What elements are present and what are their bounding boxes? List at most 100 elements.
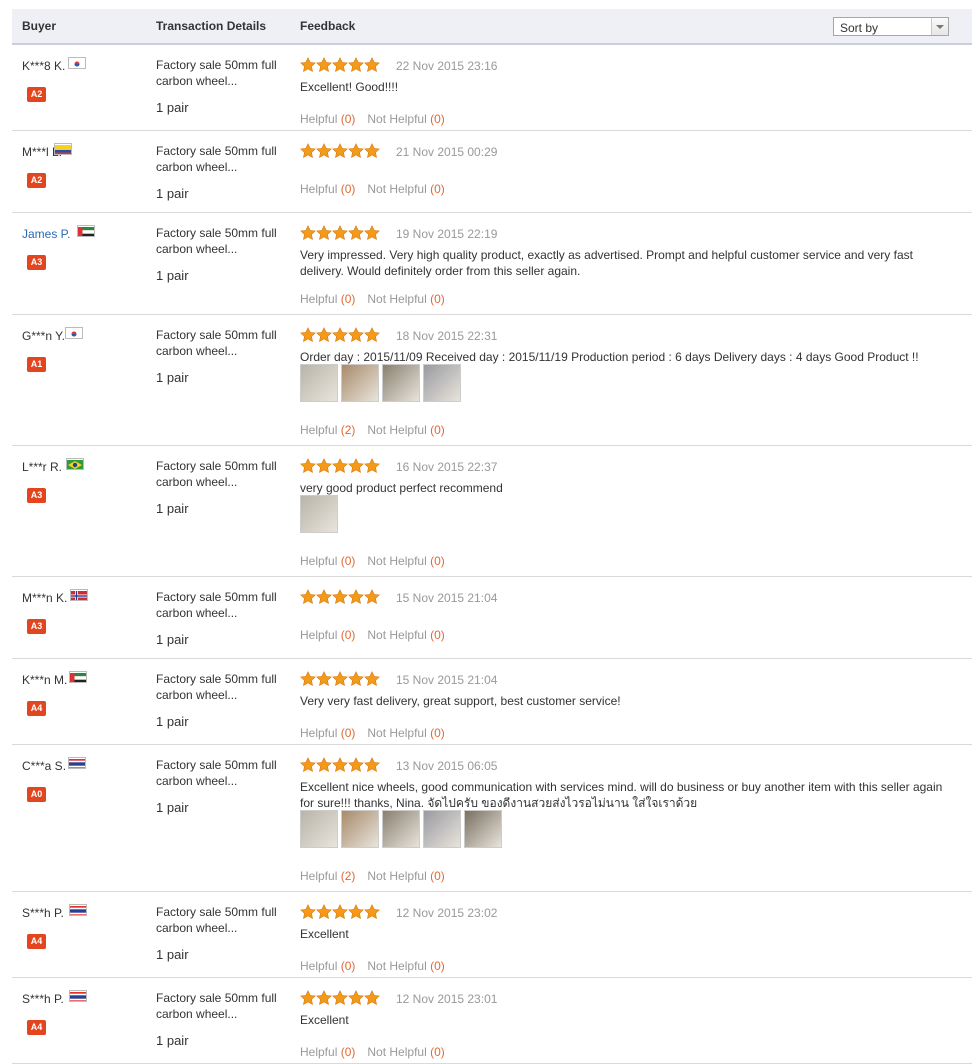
buyer-name[interactable]: James P. [22,227,70,241]
star-rating [300,757,382,774]
product-link[interactable]: Factory sale 50mm full carbon wheel... [156,671,291,703]
helpful-button[interactable]: Helpful (0) [300,628,355,642]
not-helpful-button[interactable]: Not Helpful (0) [367,869,444,883]
review-photo-thumbnail[interactable] [341,810,379,848]
helpful-button[interactable]: Helpful (0) [300,726,355,740]
not-helpful-button[interactable]: Not Helpful (0) [367,112,444,126]
review-photo-thumbnail[interactable] [464,810,502,848]
star-icon [364,589,380,605]
helpful-label: Helpful [300,423,338,437]
helpful-button[interactable]: Helpful (2) [300,869,355,883]
buyer-level-badge: A3 [27,619,46,634]
star-icon [364,458,380,474]
star-icon [316,589,332,605]
review-photo-thumbnail[interactable] [423,810,461,848]
country-flag-icon [66,458,84,470]
review-text: Excellent [300,927,349,941]
not-helpful-button[interactable]: Not Helpful (0) [367,182,444,196]
star-icon [332,143,348,159]
helpful-label: Helpful [300,959,338,973]
not-helpful-button[interactable]: Not Helpful (0) [367,292,444,306]
header-feedback: Feedback [300,19,356,33]
star-icon [364,904,380,920]
not-helpful-label: Not Helpful [367,959,427,973]
helpful-label: Helpful [300,112,338,126]
not-helpful-label: Not Helpful [367,1045,427,1059]
buyer-level-badge: A3 [27,488,46,503]
star-icon [364,327,380,343]
review-photo-thumbnail[interactable] [382,810,420,848]
buyer-level-badge: A4 [27,701,46,716]
star-icon [332,757,348,773]
helpful-button[interactable]: Helpful (2) [300,423,355,437]
not-helpful-button[interactable]: Not Helpful (0) [367,726,444,740]
product-link[interactable]: Factory sale 50mm full carbon wheel... [156,327,291,359]
helpful-button[interactable]: Helpful (0) [300,959,355,973]
not-helpful-button[interactable]: Not Helpful (0) [367,1045,444,1059]
helpful-count: (0) [340,1045,356,1059]
not-helpful-button[interactable]: Not Helpful (0) [367,959,444,973]
buyer-level-badge: A1 [27,357,46,372]
not-helpful-count: (0) [430,292,445,306]
review-date: 15 Nov 2015 21:04 [396,591,498,605]
helpful-count: (2) [340,423,356,437]
product-link[interactable]: Factory sale 50mm full carbon wheel... [156,458,291,490]
review-photo-thumbnail[interactable] [300,810,338,848]
product-link[interactable]: Factory sale 50mm full carbon wheel... [156,904,291,936]
star-icon [300,589,316,605]
not-helpful-label: Not Helpful [367,554,427,568]
star-icon [300,327,316,343]
chevron-down-icon[interactable] [931,18,948,35]
header-buyer: Buyer [22,19,57,33]
helpful-controls: Helpful (2) Not Helpful (0) [300,423,445,437]
sort-by-label: Sort by [840,21,879,35]
product-link[interactable]: Factory sale 50mm full carbon wheel... [156,57,291,89]
sort-by-select[interactable]: Sort by [833,17,949,36]
review-date: 18 Nov 2015 22:31 [396,329,498,343]
helpful-button[interactable]: Helpful (0) [300,1045,355,1059]
product-link[interactable]: Factory sale 50mm full carbon wheel... [156,589,291,621]
product-link[interactable]: Factory sale 50mm full carbon wheel... [156,990,291,1022]
star-icon [364,757,380,773]
product-link[interactable]: Factory sale 50mm full carbon wheel... [156,143,291,175]
review-photos [300,810,505,850]
buyer-name: S***h P. [22,992,64,1006]
review-photo-thumbnail[interactable] [382,364,420,402]
review-photo-thumbnail[interactable] [300,364,338,402]
product-link[interactable]: Factory sale 50mm full carbon wheel... [156,757,291,789]
product-link[interactable]: Factory sale 50mm full carbon wheel... [156,225,291,257]
helpful-controls: Helpful (0) Not Helpful (0) [300,1045,445,1059]
table-row: K***n M. A4 Factory sale 50mm full carbon … [12,659,972,745]
helpful-count: (0) [340,726,356,740]
helpful-button[interactable]: Helpful (0) [300,112,355,126]
quantity: 1 pair [156,100,189,115]
not-helpful-label: Not Helpful [367,628,427,642]
helpful-count: (0) [340,628,356,642]
star-rating [300,143,382,160]
country-flag-icon [70,589,88,601]
helpful-button[interactable]: Helpful (0) [300,292,355,306]
helpful-controls: Helpful (0) Not Helpful (0) [300,726,445,740]
star-icon [332,458,348,474]
star-icon [332,990,348,1006]
country-flag-icon [68,57,86,69]
table-row: L***r R. A3 Factory sale 50mm full carbon … [12,446,972,577]
review-photo-thumbnail[interactable] [423,364,461,402]
review-photo-thumbnail[interactable] [341,364,379,402]
review-text: Very very fast delivery, great support, … [300,694,621,708]
star-icon [300,57,316,73]
helpful-button[interactable]: Helpful (0) [300,182,355,196]
not-helpful-button[interactable]: Not Helpful (0) [367,423,444,437]
not-helpful-button[interactable]: Not Helpful (0) [367,554,444,568]
not-helpful-button[interactable]: Not Helpful (0) [367,628,444,642]
star-icon [332,671,348,687]
review-photo-thumbnail[interactable] [300,495,338,533]
helpful-button[interactable]: Helpful (0) [300,554,355,568]
quantity: 1 pair [156,501,189,516]
star-rating [300,57,382,74]
table-row: G***n Y. A1 Factory sale 50mm full carbon … [12,315,972,446]
not-helpful-count: (0) [430,628,445,642]
helpful-controls: Helpful (0) Not Helpful (0) [300,292,445,306]
helpful-controls: Helpful (0) Not Helpful (0) [300,554,445,568]
quantity: 1 pair [156,800,189,815]
